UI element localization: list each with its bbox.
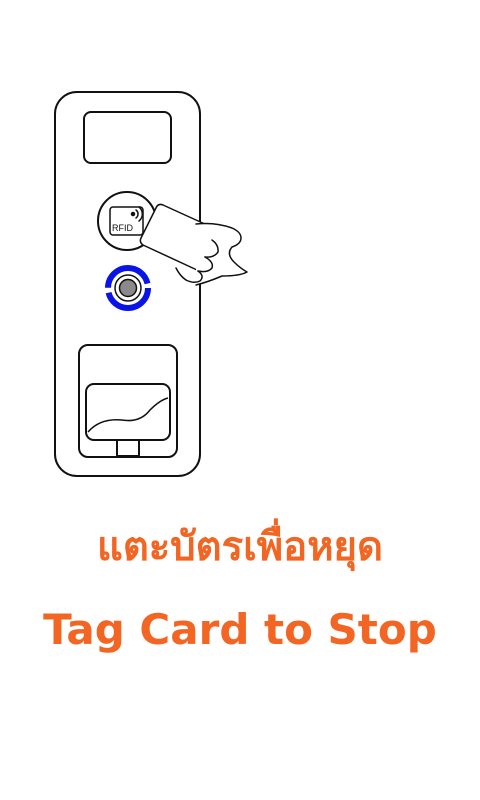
rfid-label: RFID xyxy=(112,223,133,233)
instruction-thai: แตะบัตรเพื่อหยุด xyxy=(97,524,383,570)
instruction-english: Tag Card to Stop xyxy=(43,605,437,654)
connector-holster xyxy=(78,344,178,458)
charger-illustration: RFID xyxy=(54,91,248,477)
display-screen xyxy=(83,111,172,164)
